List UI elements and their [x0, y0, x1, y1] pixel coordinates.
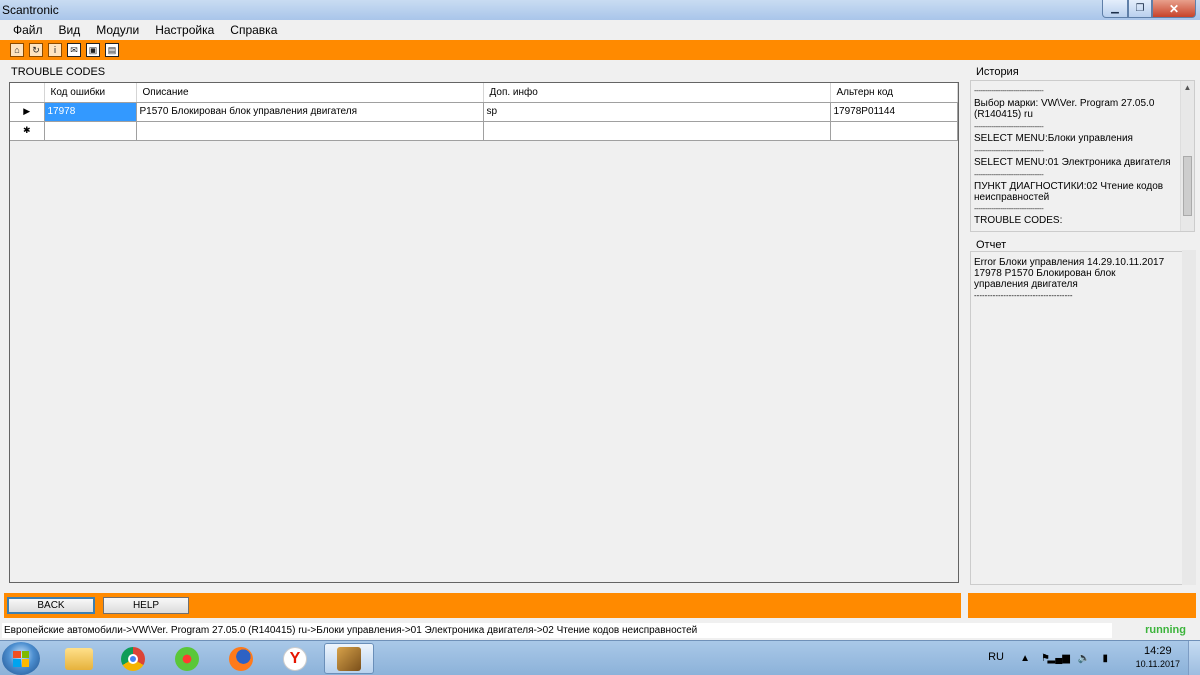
history-title: История	[976, 66, 1019, 78]
start-button[interactable]	[2, 642, 40, 675]
menu-modules[interactable]: Модули	[88, 20, 147, 40]
taskbar-explorer[interactable]	[54, 643, 104, 674]
clock[interactable]: 14:29 10.11.2017	[1136, 645, 1180, 671]
new-cell-description[interactable]	[136, 121, 484, 141]
menu-help[interactable]: Справка	[222, 20, 285, 40]
history-entry: SELECT MENU:01 Электроника двигателя	[974, 157, 1171, 168]
table-row[interactable]: ▶ 17978 P1570 Блокирован блок управления…	[10, 102, 958, 122]
minimize-icon: ▁	[1111, 3, 1119, 14]
history-separator: --------------------------------	[974, 122, 1044, 131]
language-indicator[interactable]: RU	[988, 651, 1004, 663]
history-entry: TROUBLE CODES:	[974, 215, 1063, 226]
chrome-icon	[121, 646, 145, 671]
report-box[interactable]: Error Блоки управления 14.29.10.11.2017 …	[970, 251, 1195, 585]
history-entry: ПУНКТ ДИАГНОСТИКИ:02 Чтение кодов неиспр…	[974, 181, 1164, 203]
taskbar-firefox[interactable]	[216, 643, 266, 674]
info-icon[interactable]: ⅰ	[48, 43, 62, 57]
window-title: Scantronic	[2, 3, 59, 17]
history-separator: --------------------------------	[974, 146, 1044, 155]
new-row-marker: ✱	[10, 121, 45, 141]
icq-icon	[175, 646, 199, 671]
taskbar-yandex[interactable]: Y	[270, 643, 320, 674]
history-scrollbar[interactable]: ▲	[1180, 81, 1194, 231]
card-icon[interactable]: ▣	[86, 43, 100, 57]
status-bar: Европейские автомобили->VW\Ver. Program …	[0, 622, 1200, 639]
report-title: Отчет	[976, 239, 1007, 251]
mail-icon[interactable]: ✉	[67, 43, 81, 57]
refresh-icon[interactable]: ↻	[29, 43, 43, 57]
tray-expand-icon[interactable]: ▲	[1020, 653, 1030, 664]
clock-time: 14:29	[1144, 645, 1172, 657]
button-bar: BACK HELP	[4, 593, 961, 618]
new-cell-alt-code[interactable]	[830, 121, 958, 141]
close-icon: ✕	[1168, 1, 1180, 16]
cell-extra[interactable]: sp	[483, 102, 831, 122]
cell-code[interactable]: 17978	[44, 102, 137, 122]
cell-alt-code[interactable]: 17978P01144	[830, 102, 958, 122]
new-cell-code[interactable]	[44, 121, 137, 141]
column-header-alt-code[interactable]: Альтерн код	[830, 83, 958, 103]
report-line: -------------------------------------	[974, 291, 1073, 300]
maximize-button[interactable]: ❐	[1128, 0, 1152, 18]
taskbar-scantronic[interactable]	[324, 643, 374, 674]
menu-view[interactable]: Вид	[51, 20, 89, 40]
volume-icon[interactable]: 🔈	[1078, 653, 1090, 664]
restore-icon: ❐	[1135, 3, 1145, 14]
current-row-marker: ▶	[10, 102, 45, 122]
scantronic-icon	[337, 646, 361, 671]
explorer-icon	[65, 647, 93, 670]
window-titlebar: Scantronic ▁ ❐ ✕	[0, 0, 1200, 20]
status-state: running	[1145, 624, 1186, 636]
column-header-code[interactable]: Код ошибки	[44, 83, 137, 103]
report-line: Error Блоки управления 14.29.10.11.2017	[974, 257, 1165, 268]
new-cell-extra[interactable]	[483, 121, 831, 141]
clock-date: 10.11.2017	[1135, 659, 1180, 669]
back-button[interactable]: BACK	[7, 597, 95, 614]
open-icon[interactable]: ⌂	[10, 43, 24, 57]
menu-file[interactable]: Файл	[0, 20, 51, 40]
column-header-description[interactable]: Описание	[136, 83, 484, 103]
menu-settings[interactable]: Настройка	[147, 20, 222, 40]
column-header-extra[interactable]: Доп. инфо	[483, 83, 831, 103]
help-button[interactable]: HELP	[103, 597, 189, 614]
history-separator: --------------------------------	[974, 170, 1044, 179]
show-desktop-button[interactable]	[1188, 641, 1200, 675]
trouble-codes-grid[interactable]: Код ошибки Описание Доп. инфо Альтерн ко…	[9, 82, 959, 583]
history-separator: --------------------------------	[974, 86, 1044, 95]
button-bar-right	[968, 593, 1196, 618]
windows-icon	[13, 650, 29, 667]
minimize-button[interactable]: ▁	[1102, 0, 1128, 18]
battery-icon[interactable]: ▮	[1102, 653, 1108, 664]
row-header-corner	[10, 83, 45, 103]
close-button[interactable]: ✕	[1152, 0, 1196, 18]
status-path: Европейские автомобили->VW\Ver. Program …	[2, 623, 1112, 638]
report-line: 17978 P1570 Блокирован блок управления д…	[974, 268, 1116, 290]
scroll-up-icon[interactable]: ▲	[1181, 81, 1194, 95]
history-box[interactable]: -------------------------------- Выбор м…	[970, 80, 1195, 232]
history-entry: SELECT MENU:Блоки управления	[974, 133, 1133, 144]
toolbar: ⌂ ↻ ⅰ ✉ ▣ ▤	[0, 40, 1200, 60]
new-row[interactable]: ✱	[10, 121, 958, 141]
trouble-codes-title: TROUBLE CODES	[11, 66, 106, 78]
taskbar-chrome[interactable]	[108, 643, 158, 674]
history-entry: Выбор марки: VW\Ver. Program 27.05.0 (R1…	[974, 98, 1155, 120]
cell-description[interactable]: P1570 Блокирован блок управления двигате…	[136, 102, 484, 122]
document-icon[interactable]: ▤	[105, 43, 119, 57]
firefox-icon	[229, 646, 253, 671]
history-separator: --------------------------------	[974, 204, 1044, 213]
menu-bar: Файл Вид Модули Настройка Справка	[0, 20, 1200, 40]
window-controls: ▁ ❐ ✕	[1102, 0, 1196, 18]
system-tray: RU ▲ ⚑ ▂▄▆ 🔈 ▮ 14:29 10.11.2017	[980, 641, 1200, 675]
taskbar: Y RU ▲ ⚑ ▂▄▆ 🔈 ▮ 14:29 10.11.2017	[0, 640, 1200, 675]
network-icon[interactable]: ▂▄▆	[1048, 653, 1070, 664]
yandex-icon: Y	[283, 646, 307, 671]
scroll-thumb[interactable]	[1183, 156, 1192, 216]
taskbar-icq[interactable]	[162, 643, 212, 674]
report-scrollbar[interactable]	[1182, 250, 1196, 585]
